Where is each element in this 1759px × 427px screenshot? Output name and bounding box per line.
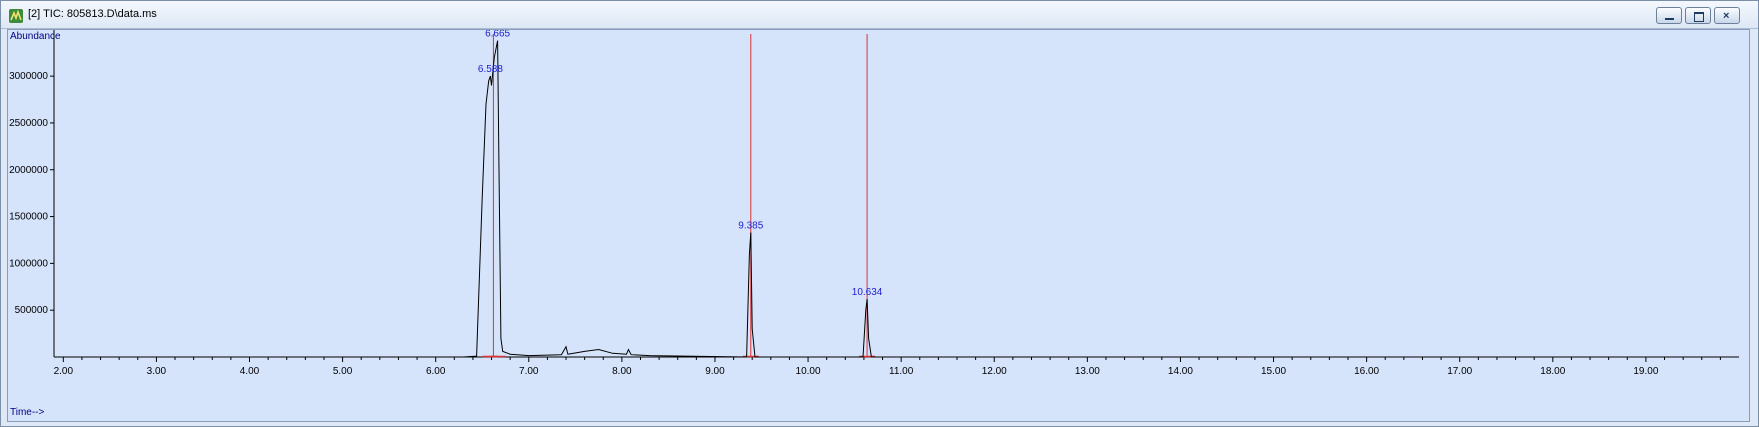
x-tick-label: 2.00 xyxy=(54,366,74,377)
tic-trace xyxy=(54,40,1739,358)
plot-area[interactable]: Abundance Time--> 500000 1000000 1500000 20… xyxy=(7,29,1750,422)
peak-label: 6.588 xyxy=(478,64,503,75)
x-tick-label: 14.00 xyxy=(1168,366,1193,377)
x-tick-label: 5.00 xyxy=(333,366,353,377)
x-tick-label: 4.00 xyxy=(240,366,260,377)
x-tick-label: 19.00 xyxy=(1633,366,1658,377)
close-icon: × xyxy=(1723,10,1730,22)
peak-label: 6.665 xyxy=(485,30,510,40)
title-bar[interactable]: [2] TIC: 805813.D\data.ms × xyxy=(1,1,1758,29)
window-title: [2] TIC: 805813.D\data.ms xyxy=(28,8,157,20)
minimize-button[interactable] xyxy=(1656,7,1682,24)
x-tick-label: 6.00 xyxy=(426,366,446,377)
restore-icon xyxy=(1694,12,1704,22)
y-tick-label: 2500000 xyxy=(9,118,48,129)
restore-button[interactable] xyxy=(1685,7,1711,24)
window-controls: × xyxy=(1656,7,1742,25)
y-tick-label: 500000 xyxy=(15,305,49,316)
x-tick-label: 9.00 xyxy=(705,366,725,377)
x-tick-label: 8.00 xyxy=(612,366,632,377)
tic-series-line xyxy=(54,40,1739,358)
x-axis-title: Time--> xyxy=(10,407,45,418)
peak-labels: 6.588 6.665 9.385 10.634 xyxy=(478,30,883,298)
x-tick-label: 18.00 xyxy=(1540,366,1565,377)
x-tick-label: 10.00 xyxy=(796,366,821,377)
integration-markers xyxy=(482,34,876,358)
y-tick-label: 1000000 xyxy=(9,258,48,269)
x-tick-label: 7.00 xyxy=(519,366,539,377)
x-tick-label: 11.00 xyxy=(889,366,914,377)
x-tick-label: 3.00 xyxy=(147,366,167,377)
chromatogram-window: [2] TIC: 805813.D\data.ms × Abundance Ti… xyxy=(0,0,1759,427)
x-tick-label: 17.00 xyxy=(1447,366,1472,377)
x-tick-label: 12.00 xyxy=(982,366,1007,377)
close-button[interactable]: × xyxy=(1714,7,1740,24)
y-tick-label: 3000000 xyxy=(9,71,48,82)
peak-label: 10.634 xyxy=(852,287,883,298)
x-tick-label: 13.00 xyxy=(1075,366,1100,377)
peak-label: 9.385 xyxy=(738,220,763,231)
y-tick-label: 2000000 xyxy=(9,165,48,176)
x-tick-label: 16.00 xyxy=(1354,366,1379,377)
axes: 500000 1000000 1500000 2000000 2500000 300000… xyxy=(9,30,1739,377)
y-axis-title: Abundance xyxy=(10,31,61,42)
x-tick-label: 15.00 xyxy=(1261,366,1286,377)
minimize-icon xyxy=(1665,18,1674,20)
app-chromatogram-icon xyxy=(9,9,23,23)
y-tick-label: 1500000 xyxy=(9,212,48,223)
chromatogram-chart[interactable]: Abundance Time--> 500000 1000000 1500000 20… xyxy=(8,30,1749,421)
